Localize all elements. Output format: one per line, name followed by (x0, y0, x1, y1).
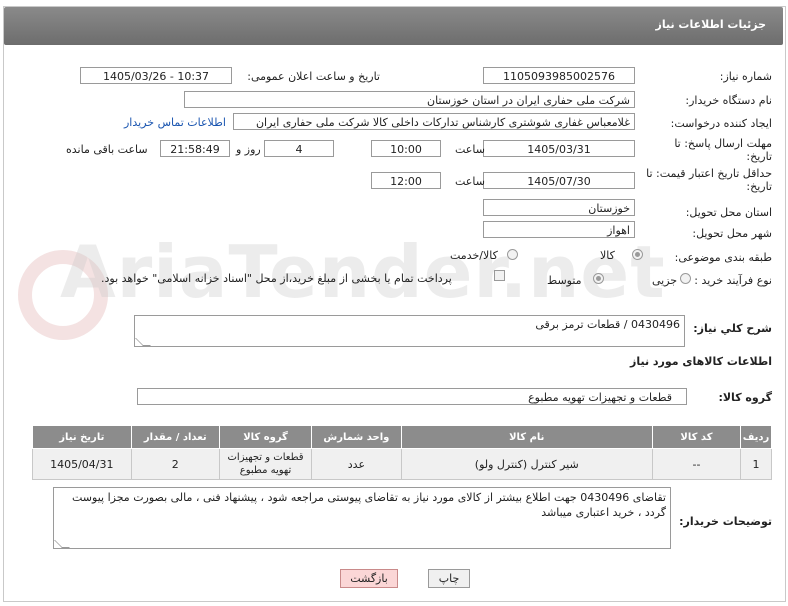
process-partial-label: جزیی (652, 274, 678, 287)
creator-label: ایجاد کننده درخواست: (670, 117, 772, 130)
validity-label: حداقل تاریخ اعتبار قیمت: تا تاریخ: (646, 167, 772, 193)
days-field: 4 (264, 140, 334, 157)
validity-date-field: 1405/07/30 (483, 172, 635, 189)
need-number-field: 1105093985002576 (483, 67, 635, 84)
announce-label: تاریخ و ساعت اعلان عمومی: (247, 70, 380, 83)
deadline-time-label: ساعت (455, 143, 485, 156)
validity-time-label: ساعت (455, 175, 485, 188)
contact-info-link[interactable]: اطلاعات تماس خریدار (124, 116, 226, 129)
buyer-notes-field: تقاضای 0430496 جهت اطلاع بیشتر از کالای … (53, 487, 671, 549)
col-unit: واحد شمارش (311, 425, 402, 449)
need-number-label: شماره نیاز: (719, 70, 772, 83)
summary-text: 0430496 / قطعات ترمز برقی (535, 318, 680, 331)
category-goods-label: کالا (600, 249, 615, 262)
deadline-time-field: 10:00 (371, 140, 441, 157)
category-label: طبقه بندی موضوعی: (674, 251, 772, 264)
cell-unit: عدد (311, 448, 402, 480)
table-row[interactable]: 1 -- شیر کنترل (کنترل ولو) عدد قطعات و ت… (32, 448, 772, 480)
page-title: جزئیات اطلاعات نیاز (655, 18, 767, 31)
goods-group-label: گروه کالا: (718, 391, 772, 404)
goods-group-field: قطعات و تجهیزات تهویه مطبوع (137, 388, 687, 405)
announce-field: 1405/03/26 - 10:37 (80, 67, 232, 84)
province-field: خوزستان (483, 199, 635, 216)
remaining-label: ساعت باقی مانده (66, 143, 148, 156)
creator-field: غلامعباس غفاری شوشتری کارشناس تدارکات دا… (233, 113, 635, 130)
buyer-field: شرکت ملی حفاری ایران در استان خوزستان (184, 91, 635, 108)
col-date: تاریخ نیاز (32, 425, 132, 449)
category-goods-service-label: کالا/خدمت (450, 249, 498, 262)
cell-name: شیر کنترل (کنترل ولو) (400, 448, 653, 480)
cell-quantity: 2 (130, 448, 220, 480)
process-partial-radio[interactable] (680, 273, 691, 284)
goods-table: ردیف کد کالا نام کالا واحد شمارش گروه کا… (32, 425, 772, 480)
buyer-label: نام دستگاه خریدار: (685, 94, 772, 107)
cell-code: -- (651, 448, 742, 480)
city-field: اهواز (483, 221, 635, 238)
goods-section-title: اطلاعات کالاهای مورد نیاز (630, 355, 772, 368)
cell-group: قطعات و تجهیزات تهویه مطبوع (218, 448, 313, 480)
process-label: نوع فرآیند خرید : (694, 274, 772, 287)
back-button[interactable]: بازگشت (340, 569, 398, 588)
col-name: نام کالا (400, 425, 653, 449)
table-header-row: ردیف کد کالا نام کالا واحد شمارش گروه کا… (32, 425, 772, 449)
buyer-notes-label: توضیحات خریدار: (679, 515, 772, 528)
process-medium-label: متوسط (547, 274, 582, 287)
buyer-notes-text: تقاضای 0430496 جهت اطلاع بیشتر از کالای … (72, 491, 666, 519)
process-medium-radio[interactable] (593, 273, 604, 284)
cell-row: 1 (740, 448, 772, 480)
col-quantity: تعداد / مقدار (130, 425, 220, 449)
summary-label: شرح کلي نياز: (693, 322, 772, 335)
remaining-time-field: 21:58:49 (160, 140, 230, 157)
city-label: شهر محل تحویل: (692, 227, 772, 240)
col-group: گروه کالا (218, 425, 313, 449)
col-code: کد کالا (651, 425, 742, 449)
print-button[interactable]: چاپ (428, 569, 470, 588)
days-label: روز و (236, 143, 261, 156)
cell-date: 1405/04/31 (32, 448, 132, 480)
category-goods-service-radio[interactable] (507, 249, 518, 260)
deadline-label: مهلت ارسال پاسخ: تا تاریخ: (674, 137, 772, 163)
payment-note: پرداخت تمام یا بخشی از مبلغ خرید،از محل … (101, 272, 452, 285)
summary-field: 0430496 / قطعات ترمز برقی (134, 315, 685, 347)
province-label: استان محل تحویل: (685, 206, 772, 219)
treasury-payment-checkbox[interactable] (494, 270, 505, 281)
category-goods-radio[interactable] (632, 249, 643, 260)
deadline-date-field: 1405/03/31 (483, 140, 635, 157)
col-row: ردیف (740, 425, 772, 449)
validity-time-field: 12:00 (371, 172, 441, 189)
